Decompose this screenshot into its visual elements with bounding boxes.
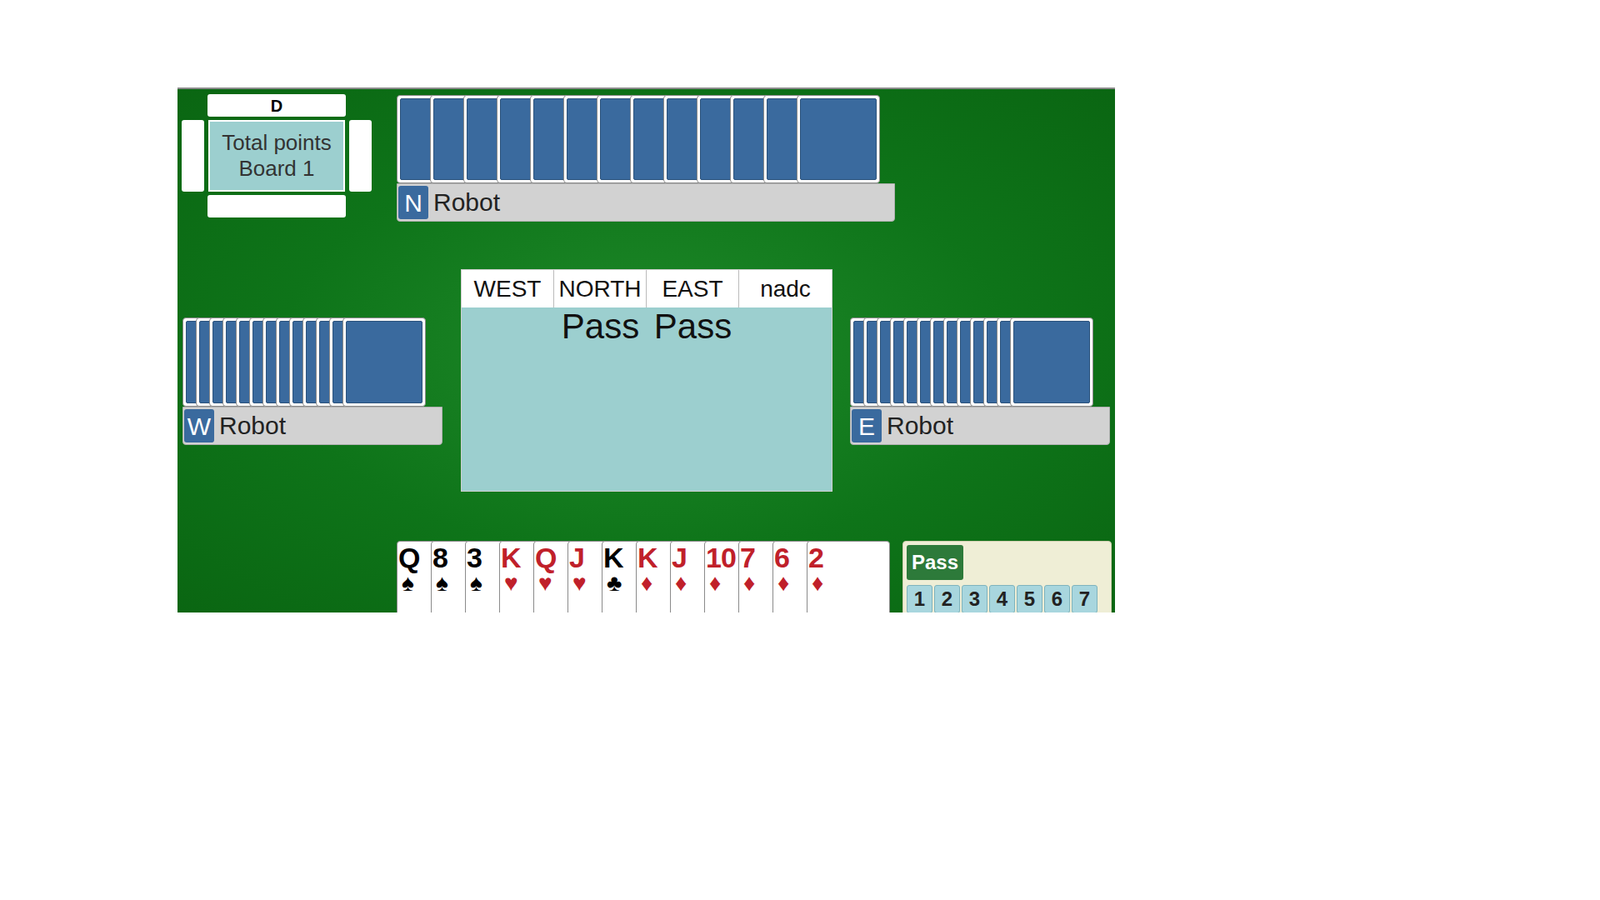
- card-rank: 8: [432, 543, 448, 572]
- level-button[interactable]: 3: [961, 585, 988, 613]
- level-button[interactable]: 7: [1071, 585, 1098, 613]
- card-rank: Q: [535, 543, 556, 572]
- player-label: NRobot: [396, 183, 895, 222]
- auction-column-header: nadc: [739, 270, 832, 308]
- card-suit: ♦: [705, 571, 721, 595]
- board-title: Total points: [221, 130, 332, 156]
- east-hand: ERobot: [850, 317, 1110, 445]
- card-suit: ♠: [432, 571, 449, 595]
- card-rank: 10: [705, 543, 736, 572]
- card-suit: ♦: [774, 571, 790, 595]
- level-button[interactable]: 6: [1044, 585, 1070, 613]
- card-rank: J: [671, 543, 687, 572]
- card-rank: 6: [774, 543, 790, 572]
- bidding-box: Pass 1234567: [902, 540, 1112, 613]
- card-suit: ♠: [398, 571, 415, 595]
- board-box: Total pointsBoard 1: [208, 120, 345, 192]
- player-name: Robot: [219, 413, 286, 439]
- bidding-history: WESTNORTHEASTnadcPassPass: [460, 269, 833, 492]
- card-suit: ♦: [808, 571, 824, 595]
- auction-call: [739, 307, 832, 346]
- card-back: [342, 317, 426, 407]
- card-backs: [396, 95, 895, 184]
- auction-call: Pass: [646, 307, 740, 346]
- pass-button[interactable]: Pass: [906, 545, 964, 580]
- card-suit: ♥: [535, 571, 553, 595]
- card-rank: 7: [740, 543, 755, 572]
- card-rank: J: [569, 543, 585, 572]
- page: DTotal pointsBoard 1NRobotWRobotWESTNORT…: [0, 0, 1600, 900]
- auction-column-header: EAST: [646, 270, 740, 308]
- board-number: Board 1: [238, 155, 315, 182]
- seat-badge: E: [851, 409, 882, 443]
- seat-badge: N: [398, 185, 429, 220]
- card-suit: ♠: [466, 571, 483, 595]
- card-back: [796, 95, 880, 184]
- card-suit: ♥: [500, 571, 519, 595]
- card-rank: Q: [398, 543, 420, 572]
- level-button[interactable]: 5: [1016, 585, 1043, 613]
- south-hand: Q♠8♠3♠K♥Q♥J♥K♣K♦J♦10♦7♦6♦2♦: [396, 540, 895, 613]
- card-backs: [182, 317, 443, 407]
- player-label: ERobot: [850, 406, 1110, 445]
- seat-badge: W: [184, 409, 215, 443]
- level-button[interactable]: 4: [989, 585, 1015, 613]
- card-suit: ♦: [740, 571, 755, 595]
- card-back: [1010, 317, 1094, 407]
- player-name: Robot: [886, 413, 954, 439]
- north-hand: NRobot: [396, 95, 895, 222]
- playing-card[interactable]: 2♦: [806, 540, 890, 613]
- vulnerability-bar: [207, 195, 346, 218]
- card-rank: K: [603, 543, 624, 572]
- card-backs: [850, 317, 1110, 407]
- auction-column-header: WEST: [461, 270, 555, 308]
- card-suit: ♦: [637, 571, 653, 595]
- auction-call: Pass: [554, 307, 647, 346]
- west-hand: WRobot: [182, 317, 443, 445]
- auction-column-header: NORTH: [554, 270, 647, 308]
- card-suit: ♥: [569, 571, 587, 595]
- player-label: WRobot: [182, 406, 443, 445]
- vulnerability-bar: [349, 120, 372, 192]
- player-name: Robot: [433, 190, 500, 215]
- card-suit: ♣: [603, 571, 622, 595]
- card-rank: 2: [808, 543, 824, 572]
- card-rank: 3: [466, 543, 482, 572]
- auction-call: [461, 307, 555, 346]
- level-button[interactable]: 1: [906, 585, 933, 613]
- card-rank: K: [500, 543, 521, 572]
- card-rank: K: [637, 543, 658, 572]
- board-info: D Total pointsBoard 1: [181, 94, 372, 218]
- level-button[interactable]: 2: [934, 585, 960, 613]
- card-suit: ♦: [671, 571, 687, 595]
- dealer-box: D: [207, 94, 346, 117]
- vulnerability-bar: [181, 120, 205, 192]
- table: DTotal pointsBoard 1NRobotWRobotWESTNORT…: [177, 87, 1115, 613]
